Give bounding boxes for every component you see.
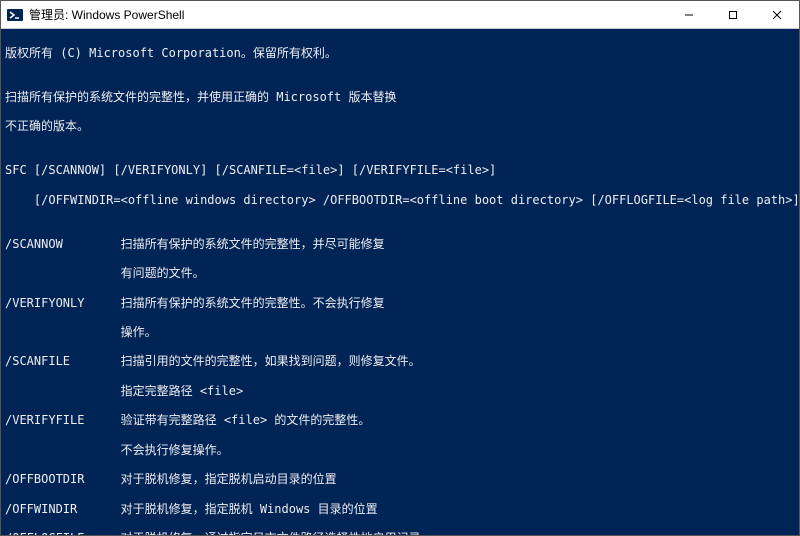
- output-line: /VERIFYFILE 验证带有完整路径 <file> 的文件的完整性。: [5, 413, 795, 428]
- output-line: 不会执行修复操作。: [5, 443, 795, 458]
- minimize-icon: [684, 10, 694, 20]
- window-controls: [667, 1, 799, 28]
- output-line: 有问题的文件。: [5, 266, 795, 281]
- maximize-button[interactable]: [711, 1, 755, 28]
- output-line: 扫描所有保护的系统文件的完整性，并使用正确的 Microsoft 版本替换: [5, 90, 795, 105]
- close-icon: [772, 10, 782, 20]
- output-line: 版权所有 (C) Microsoft Corporation。保留所有权利。: [5, 46, 795, 61]
- output-line: SFC [/SCANNOW] [/VERIFYONLY] [/SCANFILE=…: [5, 163, 795, 178]
- output-line: /VERIFYONLY 扫描所有保护的系统文件的完整性。不会执行修复: [5, 296, 795, 311]
- maximize-icon: [728, 10, 738, 20]
- output-line: [/OFFWINDIR=<offline windows directory> …: [5, 193, 795, 208]
- close-button[interactable]: [755, 1, 799, 28]
- terminal-area[interactable]: 版权所有 (C) Microsoft Corporation。保留所有权利。 扫…: [1, 29, 799, 535]
- output-line: /OFFLOGFILE 对于脱机修复，通过指定日志文件路径选择性地启用记录: [5, 531, 795, 535]
- output-line: 操作。: [5, 325, 795, 340]
- output-line: /SCANFILE 扫描引用的文件的完整性，如果找到问题，则修复文件。: [5, 354, 795, 369]
- output-line: /OFFBOOTDIR 对于脱机修复，指定脱机启动目录的位置: [5, 472, 795, 487]
- minimize-button[interactable]: [667, 1, 711, 28]
- powershell-icon: [7, 7, 23, 23]
- output-line: 不正确的版本。: [5, 119, 795, 134]
- window-title: 管理员: Windows PowerShell: [29, 6, 667, 23]
- titlebar[interactable]: 管理员: Windows PowerShell: [1, 1, 799, 29]
- output-line: /OFFWINDIR 对于脱机修复，指定脱机 Windows 目录的位置: [5, 502, 795, 517]
- output-line: 指定完整路径 <file>: [5, 384, 795, 399]
- powershell-window: 管理员: Windows PowerShell 版权所有 (C) Microso…: [0, 0, 800, 536]
- output-line: /SCANNOW 扫描所有保护的系统文件的完整性，并尽可能修复: [5, 237, 795, 252]
